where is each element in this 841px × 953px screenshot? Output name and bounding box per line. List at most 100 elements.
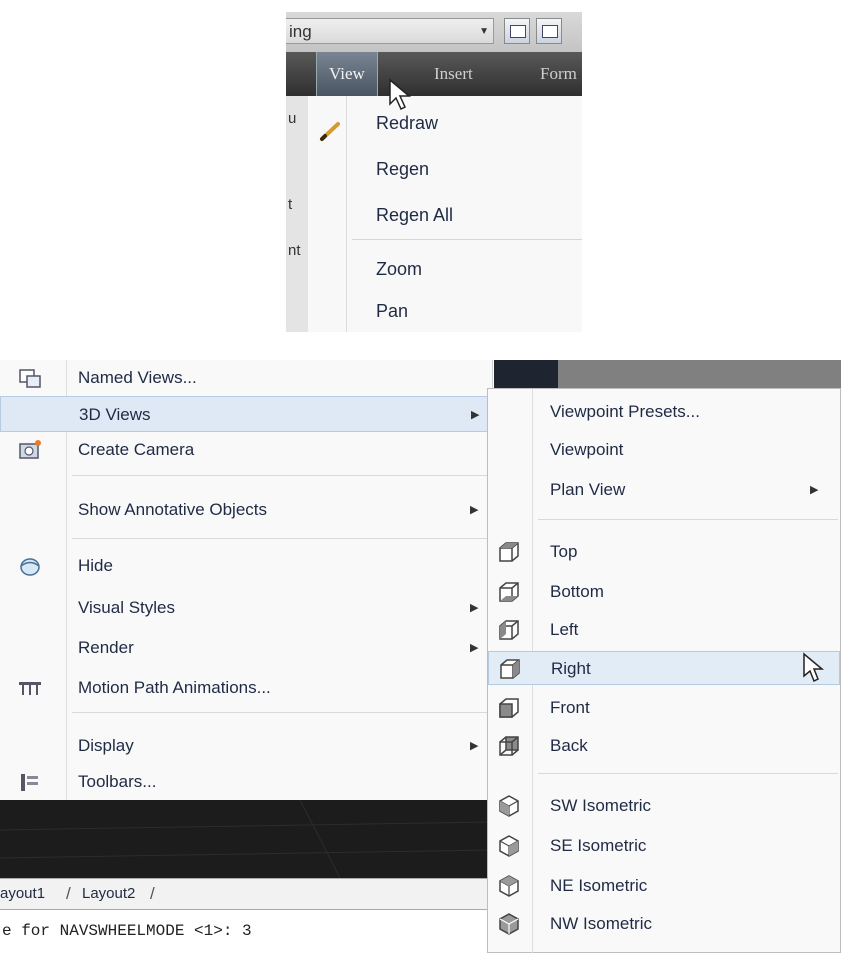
se-isometric-icon <box>499 835 519 857</box>
menu-separator <box>352 239 582 240</box>
menu-item-display[interactable]: Display ▶ <box>0 728 490 764</box>
menu-item-redraw[interactable]: Redraw <box>376 108 438 138</box>
tab-divider: / <box>66 884 71 903</box>
menu-item-label: Display <box>78 736 134 755</box>
menu-item-label: SE Isometric <box>550 836 647 855</box>
menu-separator <box>538 773 838 774</box>
layout-tab-bar: ayout1 / Layout2 / <box>0 878 492 910</box>
toolbar-button[interactable] <box>504 18 530 44</box>
menu-item-sw-isometric[interactable]: SW Isometric <box>488 789 840 823</box>
menu-item-visual-styles[interactable]: Visual Styles ▶ <box>0 590 490 626</box>
menu-item-regen-all[interactable]: Regen All <box>376 200 453 230</box>
tab-layout1[interactable]: ayout1 <box>0 879 45 909</box>
tab-divider: / <box>150 884 155 903</box>
menu-item-front[interactable]: Front <box>488 691 840 725</box>
menu-item-label: Plan View <box>550 480 626 499</box>
toolbar-button[interactable] <box>536 18 562 44</box>
menu-item-label: Render <box>78 638 134 657</box>
submenu-arrow-icon: ▶ <box>470 602 479 614</box>
menu-item-pan[interactable]: Pan <box>376 296 408 326</box>
menu-item-label: Left <box>550 620 579 639</box>
menu-item-label: Motion Path Animations... <box>78 678 271 697</box>
menu-item-label: NE Isometric <box>550 876 648 895</box>
submenu-arrow-icon: ▶ <box>810 484 819 496</box>
workspace-combo-value: ing <box>289 22 312 41</box>
menu-item-top[interactable]: Top <box>488 535 840 569</box>
camera-icon <box>19 440 41 459</box>
menu-item-back[interactable]: Back <box>488 729 840 763</box>
toolbar: ing ▼ <box>286 12 582 52</box>
view-menu-dropdown: Redraw Regen Regen All Zoom Pan <box>308 96 582 332</box>
menu-item-ne-isometric[interactable]: NE Isometric <box>488 869 840 903</box>
menu-item-named-views[interactable]: Named Views... <box>0 360 490 396</box>
menu-separator <box>72 475 490 476</box>
menu-separator <box>72 538 490 539</box>
menu-item-label: Back <box>550 736 588 755</box>
menu-item-motion-path-animations[interactable]: Motion Path Animations... <box>0 670 490 706</box>
motion-path-icon <box>19 682 41 695</box>
menu-item-label: Top <box>550 542 578 561</box>
command-line[interactable]: e for NAVSWHEELMODE <1>: 3 <box>0 910 494 953</box>
menu-item-label: Bottom <box>550 582 604 601</box>
workspace-combo[interactable]: ing ▼ <box>286 18 494 44</box>
front-view-icon <box>499 698 519 718</box>
menu-item-label: SW Isometric <box>550 796 652 815</box>
named-views-icon <box>19 369 41 388</box>
submenu-arrow-icon: ▶ <box>470 504 479 516</box>
menu-item-create-camera[interactable]: Create Camera <box>0 432 490 468</box>
drawing-canvas[interactable] <box>0 799 493 879</box>
menu-item-right[interactable]: Right <box>488 651 840 685</box>
menu-item-render[interactable]: Render ▶ <box>0 630 490 666</box>
menu-item-viewpoint-presets[interactable]: Viewpoint Presets... <box>488 395 840 429</box>
menu-item-label: Right <box>551 659 591 678</box>
menu-item-se-isometric[interactable]: SE Isometric <box>488 829 840 863</box>
menu-item-zoom[interactable]: Zoom <box>376 254 422 284</box>
nw-isometric-icon <box>499 913 519 935</box>
view-menu-closeup: ing ▼ View Insert Form u t nt Redraw Reg… <box>286 12 582 332</box>
strip-fragment: u <box>288 110 297 127</box>
combo-arrow-icon[interactable]: ▼ <box>479 19 489 45</box>
right-view-icon <box>500 659 520 679</box>
menu-item-bottom[interactable]: Bottom <box>488 575 840 609</box>
view-menu-expanded: Named Views... 3D Views ▶ Create Camera … <box>0 360 841 953</box>
menubar-view[interactable]: View <box>316 52 378 96</box>
toolbar-button-icon <box>542 25 558 38</box>
menu-item-label: Front <box>550 698 590 717</box>
menu-item-viewpoint[interactable]: Viewpoint <box>488 433 840 467</box>
menu-item-label: Visual Styles <box>78 598 176 617</box>
submenu-arrow-icon: ▶ <box>471 409 480 421</box>
menu-item-left[interactable]: Left <box>488 613 840 647</box>
redraw-pencil-icon <box>320 122 340 141</box>
sw-isometric-icon <box>499 795 519 817</box>
toolbars-icon <box>21 774 38 791</box>
menu-item-nw-isometric[interactable]: NW Isometric <box>488 907 840 941</box>
menu-item-label: Hide <box>78 556 113 575</box>
menu-item-label: NW Isometric <box>550 914 652 933</box>
bottom-view-icon <box>499 582 519 602</box>
menubar-format[interactable]: Form <box>532 52 582 96</box>
menu-item-regen[interactable]: Regen <box>376 154 429 184</box>
menu-gutter <box>346 96 347 332</box>
background-panel-strip: u t nt <box>286 96 309 332</box>
menu-item-label: Viewpoint <box>550 440 624 459</box>
menubar-insert[interactable]: Insert <box>426 52 481 96</box>
menubar: View Insert Form <box>286 52 582 96</box>
tab-layout2[interactable]: Layout2 <box>82 879 135 909</box>
menu-item-label: Viewpoint Presets... <box>550 402 700 421</box>
menu-item-plan-view[interactable]: Plan View ▶ <box>488 473 840 507</box>
menu-separator <box>538 519 838 520</box>
toolbar-button-icon <box>510 25 526 38</box>
menu-item-label: Toolbars... <box>78 772 157 791</box>
strip-fragment: t <box>288 196 293 213</box>
back-view-icon <box>499 736 519 756</box>
menu-item-label: Create Camera <box>78 440 195 459</box>
menu-item-hide[interactable]: Hide <box>0 548 490 584</box>
menu-separator <box>72 712 490 713</box>
left-view-icon <box>499 620 519 640</box>
top-view-icon <box>499 542 519 562</box>
menu-item-label: Show Annotative Objects <box>78 500 268 519</box>
menu-item-3d-views[interactable]: 3D Views ▶ <box>0 396 490 432</box>
view-menu-dropdown: Named Views... 3D Views ▶ Create Camera … <box>0 360 493 800</box>
menu-item-show-annotative-objects[interactable]: Show Annotative Objects ▶ <box>0 492 490 528</box>
menu-item-toolbars[interactable]: Toolbars... <box>0 764 490 800</box>
